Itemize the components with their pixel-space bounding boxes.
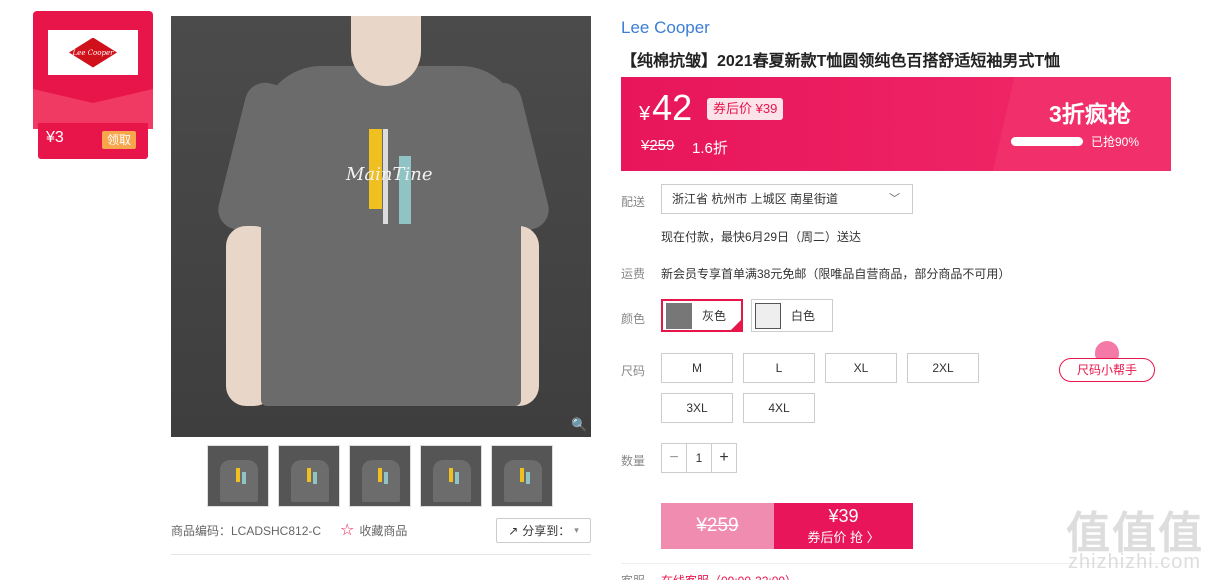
favorite-label: 收藏商品	[359, 523, 408, 538]
color-option-white[interactable]: 白色	[751, 299, 833, 332]
decrement-button[interactable]: −	[662, 444, 686, 472]
divider	[171, 554, 591, 555]
brand-logo: Lee Cooper	[48, 30, 138, 75]
customer-service-link[interactable]: 在线客服（09:00-22:00）	[661, 572, 797, 580]
freight-label: 运费	[621, 267, 646, 281]
promo-label: 3折疯抢	[1049, 101, 1131, 127]
product-sku: 商品编码：LCADSHC812-C	[171, 524, 322, 538]
favorite-button[interactable]: ☆ 收藏商品	[340, 520, 407, 540]
original-price: ¥259	[641, 137, 675, 154]
shipping-label: 配送	[621, 195, 646, 209]
size-helper-button[interactable]: 尺码小帮手	[1059, 341, 1157, 383]
zoom-icon[interactable]: 🔍	[571, 417, 587, 433]
delivery-estimate: 现在付款，最快6月29日（周二）送达	[661, 230, 862, 244]
color-label: 颜色	[621, 312, 646, 326]
size-option-l[interactable]: L	[743, 353, 815, 383]
buy-button[interactable]: ¥259 ¥39 券后价 抢 〉	[661, 503, 913, 549]
tshirt-illustration	[261, 66, 521, 406]
chevron-down-icon: ﹀	[889, 193, 900, 205]
check-icon	[729, 318, 743, 332]
product-title: 【纯棉抗皱】2021春夏新款T恤圆领纯色百搭舒适短袖男式T恤	[621, 53, 1061, 70]
chevron-down-icon: ▾	[574, 525, 579, 535]
coupon-card[interactable]: Lee Cooper ¥3 领取	[33, 11, 153, 159]
sold-progress-label: 已抢90%	[1091, 135, 1140, 149]
mascot-icon	[1095, 341, 1119, 359]
size-option-xl[interactable]: XL	[825, 353, 897, 383]
thumbnail[interactable]	[207, 445, 269, 507]
service-label: 客服	[621, 572, 645, 580]
size-option-4xl[interactable]: 4XL	[743, 393, 815, 423]
size-option-m[interactable]: M	[661, 353, 733, 383]
sold-progress-bar	[1011, 137, 1083, 146]
price-banner: ¥42 券后价 ¥39 ¥259 1.6折 3折疯抢 已抢90%	[621, 77, 1171, 171]
share-icon: ↗	[508, 523, 519, 538]
share-button[interactable]: ↗ 分享到： ▾	[496, 518, 591, 543]
thumbnail-strip	[207, 445, 553, 507]
quantity-label: 数量	[621, 454, 646, 468]
watermark-url: zhizhizhi.com	[1068, 551, 1202, 573]
coupon-claim-button[interactable]: 领取	[102, 131, 136, 149]
thumbnail[interactable]	[420, 445, 482, 507]
discount-rate: 1.6折	[692, 140, 728, 157]
color-option-gray[interactable]: 灰色	[661, 299, 743, 332]
thumbnail[interactable]	[491, 445, 553, 507]
quantity-stepper: − 1 +	[661, 443, 737, 473]
freight-info: 新会员专享首单满38元免邮（限唯品自营商品，部分商品不可用）	[661, 267, 1011, 281]
size-option-3xl[interactable]: 3XL	[661, 393, 733, 423]
star-icon: ☆	[340, 522, 355, 539]
main-product-image[interactable]: MainTine 🔍	[171, 16, 591, 437]
quantity-input[interactable]: 1	[686, 444, 712, 472]
thumbnail[interactable]	[349, 445, 411, 507]
buy-coupon-price: ¥39 券后价 抢 〉	[774, 503, 913, 549]
current-price: ¥42	[639, 87, 693, 128]
size-label: 尺码	[621, 364, 646, 378]
increment-button[interactable]: +	[712, 444, 736, 472]
coupon-bottom: ¥3 领取	[38, 123, 148, 159]
thumbnail[interactable]	[278, 445, 340, 507]
share-label: 分享到：	[522, 524, 571, 538]
address-select[interactable]: 浙江省 杭州市 上城区 南星街道 ﹀	[661, 184, 913, 214]
buy-original-price: ¥259	[661, 503, 774, 549]
size-option-2xl[interactable]: 2XL	[907, 353, 979, 383]
coupon-value: ¥3	[46, 129, 64, 146]
brand-link[interactable]: Lee Cooper	[621, 18, 710, 38]
after-coupon-price: 券后价 ¥39	[707, 98, 784, 120]
